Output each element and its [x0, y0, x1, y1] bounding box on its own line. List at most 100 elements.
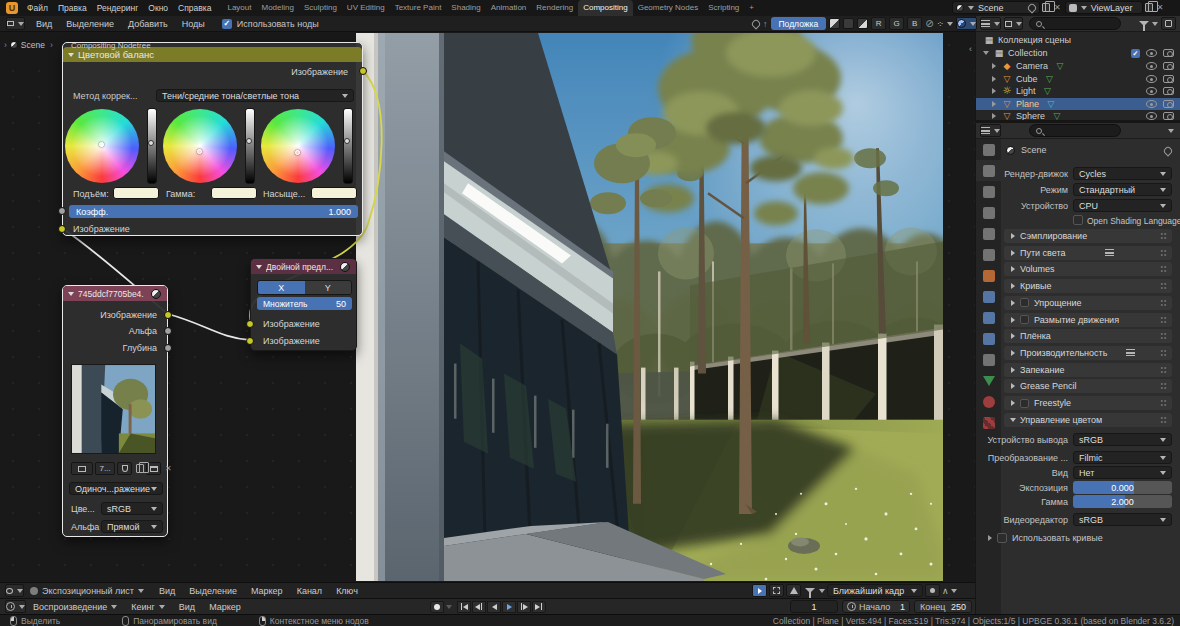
- disclosure-triangle[interactable]: [992, 113, 996, 119]
- properties-section[interactable]: ✓ Размытие движения: [1004, 313, 1172, 327]
- editor-menu[interactable]: Выделение: [182, 586, 244, 596]
- section-checkbox[interactable]: ✓: [1020, 298, 1029, 307]
- play-reverse-button[interactable]: [487, 601, 501, 613]
- workspace-tab[interactable]: Sculpting: [299, 0, 342, 16]
- collapse-icon[interactable]: [68, 292, 74, 296]
- image-name-field[interactable]: 7...: [95, 462, 115, 475]
- camera-visibility-icon[interactable]: [1163, 100, 1174, 108]
- properties-tab[interactable]: [976, 391, 1001, 412]
- curves-disclosure[interactable]: [988, 535, 992, 541]
- sequencer-dropdown[interactable]: sRGB: [1073, 513, 1172, 526]
- cursor-tool-icon[interactable]: [752, 584, 767, 597]
- gamma-value-slider[interactable]: [245, 108, 255, 184]
- factor-slider[interactable]: Коэфф.1.000: [69, 205, 358, 218]
- pin-icon[interactable]: [1162, 145, 1173, 156]
- topbar-menu[interactable]: Окно: [143, 0, 173, 16]
- disclosure-triangle[interactable]: [992, 101, 996, 107]
- scene-selector[interactable]: Scene: [952, 1, 1040, 14]
- workspace-tab[interactable]: +: [744, 0, 759, 16]
- new-scene-button[interactable]: [1042, 3, 1050, 12]
- properties-section[interactable]: ✓ Упрощение: [1004, 296, 1172, 310]
- lift-color-field[interactable]: [113, 187, 159, 199]
- channel-g-button[interactable]: G: [889, 17, 904, 30]
- image-output-socket[interactable]: [164, 311, 172, 319]
- alpha-output-socket[interactable]: [164, 327, 172, 335]
- properties-tab[interactable]: [976, 370, 1001, 391]
- alpha-dropdown[interactable]: Прямой: [101, 520, 163, 533]
- properties-section[interactable]: Плёнка: [1004, 329, 1172, 343]
- properties-tab[interactable]: [976, 328, 1001, 349]
- source-dropdown[interactable]: Одиноч...ражение: [69, 482, 163, 495]
- playback-menu[interactable]: Воспроизведение: [26, 602, 124, 612]
- new-viewlayer-button[interactable]: [1145, 3, 1153, 12]
- eye-icon[interactable]: [1146, 100, 1157, 108]
- properties-options-icon[interactable]: [1168, 129, 1174, 133]
- prev-keyframe-button[interactable]: [472, 601, 486, 613]
- section-checkbox[interactable]: ✓: [1020, 399, 1029, 408]
- workspace-tab[interactable]: Texture Paint: [390, 0, 447, 16]
- topbar-menu[interactable]: Правка: [53, 0, 92, 16]
- disclosure-triangle[interactable]: [983, 51, 989, 55]
- curves-checkbox[interactable]: ✓: [997, 533, 1007, 543]
- topbar-menu[interactable]: Справка: [173, 0, 216, 16]
- editor-type-button[interactable]: [5, 584, 24, 597]
- section-color-management[interactable]: Управление цветом: [1004, 413, 1172, 427]
- channel-b-button[interactable]: B: [907, 17, 922, 30]
- node-color-balance[interactable]: Compositing Nodetree Цветовой баланс Изо…: [62, 42, 363, 236]
- snap-dropdown[interactable]: Ближайший кадр: [827, 584, 923, 597]
- outliner-search[interactable]: [1029, 17, 1121, 30]
- properties-section[interactable]: Запекание: [1004, 363, 1172, 377]
- editor-menu[interactable]: Вид: [172, 602, 202, 612]
- proportional-edit-icon[interactable]: ⊘: [925, 18, 933, 29]
- falloff-icon[interactable]: ∧: [942, 586, 949, 596]
- gain-color-wheel[interactable]: [261, 109, 335, 183]
- editor-menu[interactable]: Добавить: [121, 19, 175, 29]
- record-button[interactable]: [430, 601, 444, 613]
- backdrop-alpha-icon[interactable]: [829, 18, 840, 29]
- jump-to-start-button[interactable]: [457, 601, 471, 613]
- fake-user-button[interactable]: [117, 462, 132, 475]
- outliner-row-collection[interactable]: ▦Collection ✓: [976, 47, 1180, 59]
- outliner-settings-icon[interactable]: [1161, 17, 1176, 30]
- node-header[interactable]: Двойной предл...: [251, 259, 356, 274]
- snapping-icon[interactable]: ⁘: [937, 19, 945, 29]
- properties-section[interactable]: Сэмплирование: [1004, 229, 1172, 243]
- backdrop-alpha-under-icon[interactable]: [843, 18, 854, 29]
- properties-tab[interactable]: [976, 307, 1001, 328]
- image-input-socket-2[interactable]: [246, 337, 254, 345]
- colorspace-dropdown[interactable]: sRGB: [101, 502, 163, 515]
- gain-value-slider[interactable]: [343, 108, 353, 184]
- disclosure-triangle[interactable]: [992, 76, 996, 82]
- backdrop-button[interactable]: Подложка: [771, 17, 827, 30]
- properties-tab[interactable]: [976, 139, 1001, 160]
- image-input-socket-1[interactable]: [246, 320, 254, 328]
- current-frame-field[interactable]: 1: [790, 600, 838, 613]
- multiplier-slider[interactable]: Множитель50: [257, 297, 352, 310]
- workspace-tab[interactable]: Layout: [222, 0, 256, 16]
- output-socket[interactable]: [359, 67, 367, 75]
- look-dropdown[interactable]: Нет: [1073, 466, 1172, 479]
- image-browse-button[interactable]: [71, 462, 93, 475]
- gamma-color-field[interactable]: [211, 187, 257, 199]
- channel-r-button[interactable]: R: [871, 17, 886, 30]
- camera-visibility-icon[interactable]: [1163, 62, 1174, 70]
- disclosure-triangle[interactable]: [992, 63, 996, 69]
- editor-menu[interactable]: Ключ: [329, 586, 365, 596]
- node-editor-canvas[interactable]: › Scene › Compositing Nodetree Цветовой …: [0, 32, 975, 582]
- device-dropdown[interactable]: CPU: [1073, 199, 1172, 212]
- use-nodes-checkbox[interactable]: ✓: [222, 19, 232, 29]
- camera-visibility-icon[interactable]: [1163, 49, 1174, 57]
- gamma-cursor[interactable]: [197, 149, 202, 154]
- filter-icon[interactable]: [1139, 21, 1149, 26]
- editor-type-button[interactable]: [6, 17, 25, 30]
- outliner-object-row[interactable]: Light: [976, 85, 1180, 97]
- gain-color-field[interactable]: [311, 187, 357, 199]
- frame-start-field[interactable]: Начало1: [842, 600, 910, 613]
- workspace-tab[interactable]: Modeling: [256, 0, 298, 16]
- workspace-tab[interactable]: Scripting: [703, 0, 744, 16]
- properties-tab[interactable]: [976, 223, 1001, 244]
- editor-menu[interactable]: Маркер: [244, 586, 290, 596]
- editor-menu[interactable]: Канал: [290, 586, 329, 596]
- unlink-button[interactable]: ✕: [163, 464, 174, 473]
- workspace-tab[interactable]: Animation: [486, 0, 532, 16]
